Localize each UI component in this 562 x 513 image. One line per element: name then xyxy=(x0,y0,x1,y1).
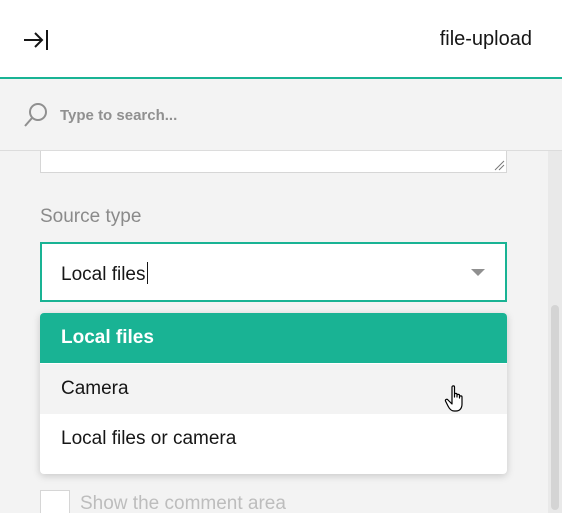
collapse-to-right-icon xyxy=(24,30,48,50)
source-type-label: Source type xyxy=(40,206,142,227)
option-local-files-or-camera[interactable]: Local files or camera xyxy=(40,414,507,464)
scrollbar-thumb[interactable] xyxy=(551,305,559,510)
search-icon xyxy=(24,103,47,127)
show-comment-label: Show the comment area xyxy=(80,493,286,513)
hand-pointer-icon xyxy=(444,385,463,412)
source-type-select[interactable]: Local files xyxy=(40,242,507,302)
resize-handle-icon[interactable] xyxy=(493,159,505,171)
collapse-panel-button[interactable] xyxy=(16,22,56,58)
panel-header: file-upload xyxy=(0,0,562,79)
search-input[interactable] xyxy=(60,101,500,129)
text-caret xyxy=(146,262,148,284)
description-textarea[interactable] xyxy=(40,151,507,173)
show-comment-checkbox[interactable] xyxy=(40,490,70,513)
source-type-value: Local files xyxy=(61,262,148,285)
option-local-files[interactable]: Local files xyxy=(40,313,507,363)
source-type-dropdown: Local files Camera Local files or camera xyxy=(40,313,507,474)
search-bar xyxy=(0,79,562,151)
panel-title: file-upload xyxy=(439,28,532,50)
chevron-down-icon[interactable] xyxy=(471,269,485,276)
option-camera[interactable]: Camera xyxy=(40,364,507,414)
